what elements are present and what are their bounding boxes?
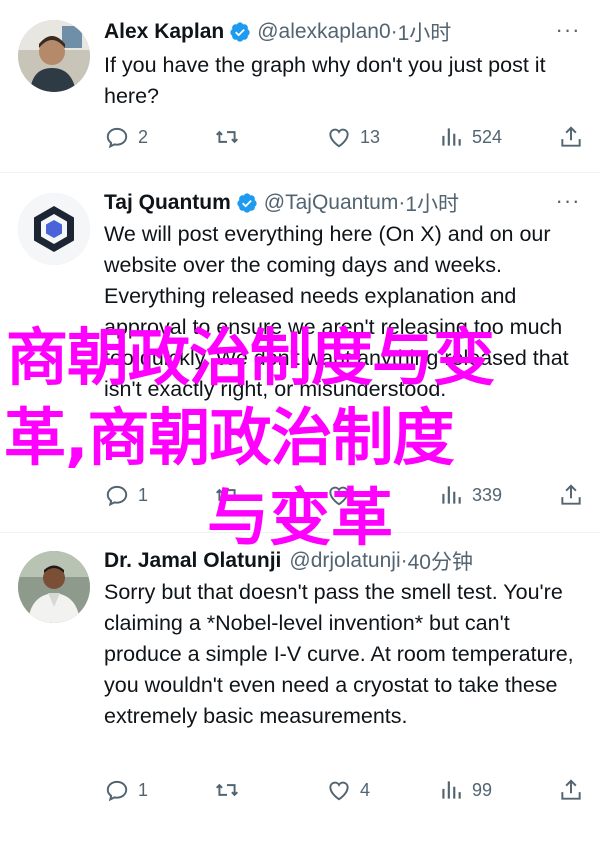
timestamp[interactable]: 1小时 [405,188,459,218]
share-icon [561,484,581,505]
author-name[interactable]: Alex Kaplan [104,20,224,44]
retweet-icon [216,130,238,144]
reply-icon [106,780,128,802]
avatar-dr-jamal-olatunji[interactable] [18,551,90,623]
views-button[interactable]: 524 [438,122,502,152]
tweet-header: Alex Kaplan @alexkaplan0 · 1小时 [104,16,451,48]
views-button[interactable]: 339 [438,480,502,510]
share-icon [561,126,581,147]
like-icon [329,781,349,801]
action-bar: 1 339 [104,480,584,510]
separator-dot: · [390,20,398,43]
tweet-3[interactable]: Dr. Jamal Olatunji @drjolatunji · 40分钟 S… [0,533,600,847]
action-bar: 2 13 524 [104,122,584,152]
avatar-alex-kaplan[interactable] [18,20,90,92]
reply-icon [106,485,128,507]
reply-icon [106,127,128,149]
like-button[interactable]: 4 [326,775,370,805]
avatar-taj-quantum[interactable] [18,193,90,265]
author-name[interactable]: Taj Quantum [104,191,231,215]
retweet-button[interactable] [214,122,240,152]
like-icon [329,486,349,506]
views-icon [442,128,461,146]
retweet-icon [216,488,238,502]
verified-badge-icon [237,193,257,213]
retweet-icon [216,783,238,797]
reply-button[interactable]: 2 [104,122,148,152]
action-bar: 1 4 99 [104,775,584,805]
tweet-text: If you have the graph why don't you just… [104,53,546,108]
timestamp[interactable]: 40分钟 [408,546,473,576]
views-icon [442,781,461,799]
author-name[interactable]: Dr. Jamal Olatunji [104,549,281,573]
share-button[interactable] [558,122,584,152]
more-icon[interactable]: ··· [552,190,584,213]
more-icon[interactable]: ··· [552,19,584,42]
share-button[interactable] [558,480,584,510]
like-button[interactable] [326,480,352,510]
tweet-text: We will post everything here (On X) and … [104,222,569,401]
like-button[interactable]: 13 [326,122,380,152]
verified-badge-icon [230,22,250,42]
retweet-button[interactable] [214,480,240,510]
share-button[interactable] [558,775,584,805]
views-icon [442,486,461,504]
tweet-header: Taj Quantum @TajQuantum · 1小时 [104,187,459,219]
tweet-header: Dr. Jamal Olatunji @drjolatunji · 40分钟 [104,545,473,577]
retweet-button[interactable] [214,775,240,805]
views-button[interactable]: 99 [438,775,492,805]
reply-button[interactable]: 1 [104,775,148,805]
separator-dot: · [400,549,408,572]
share-icon [561,779,581,800]
author-handle[interactable]: @drjolatunji [289,549,400,573]
reply-button[interactable]: 1 [104,480,148,510]
tweet-text: Sorry but that doesn't pass the smell te… [104,580,574,728]
tweet-1[interactable]: Alex Kaplan @alexkaplan0 · 1小时 ··· If yo… [0,0,600,170]
like-icon [329,128,349,148]
timestamp[interactable]: 1小时 [398,17,452,47]
author-handle[interactable]: @alexkaplan0 [257,20,390,44]
tweet-2[interactable]: Taj Quantum @TajQuantum · 1小时 ··· We wil… [0,173,600,531]
separator-dot: · [398,191,406,214]
author-handle[interactable]: @TajQuantum [264,191,399,215]
